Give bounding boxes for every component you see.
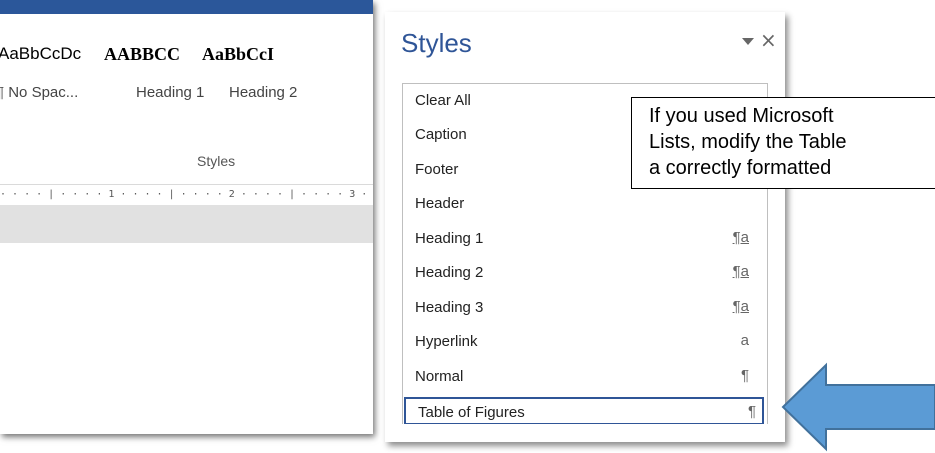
callout-text-line: Lists, modify the Table: [649, 131, 847, 153]
style-item-label: Footer: [415, 161, 459, 178]
style-item-header[interactable]: Header: [403, 190, 755, 218]
chevron-down-icon[interactable]: [742, 38, 754, 45]
ruler: · · · · | · · · · 1 · · · · | · · · · 2 …: [0, 184, 373, 205]
style-item-label: Header: [415, 195, 465, 212]
style-item-label: Clear All: [415, 92, 471, 109]
linked-style-icon: ¶a: [732, 229, 749, 246]
style-item-label: Table of Figures: [418, 404, 525, 421]
paragraph-style-icon: ¶: [747, 403, 756, 420]
character-style-icon: a: [740, 332, 749, 349]
style-item-heading-3[interactable]: Heading 3 ¶a: [403, 294, 755, 322]
style-item-normal[interactable]: Normal ¶: [403, 363, 755, 391]
style-item-label: Heading 1: [415, 230, 484, 247]
document-area[interactable]: [0, 243, 373, 434]
style-item-label: Heading 2: [415, 264, 484, 281]
linked-style-icon: ¶a: [732, 298, 749, 315]
style-item-label: Heading 3: [415, 299, 484, 316]
annotation-callout: If you used Microsoft Lists, modify the …: [631, 97, 935, 189]
styles-group-label: Styles: [197, 153, 236, 169]
callout-text-line: If you used Microsoft: [649, 105, 834, 127]
style-item-label: Caption: [415, 126, 467, 143]
style-preview-heading-2[interactable]: AaBbCcI: [202, 44, 274, 65]
style-name-heading-1[interactable]: Heading 1: [136, 84, 204, 101]
style-item-heading-1[interactable]: Heading 1 ¶a: [403, 225, 755, 253]
ribbon-group-row: [0, 150, 373, 182]
word-window-screenshot: AaBbCcDc AABBCC AaBbCcI ¶ No Spac... Hea…: [0, 0, 373, 434]
linked-style-icon: ¶a: [732, 263, 749, 280]
paragraph-style-icon: ¶: [740, 367, 749, 384]
title-bar: [0, 0, 373, 14]
style-name-no-spacing[interactable]: ¶ No Spac...: [0, 84, 78, 101]
styles-pane: Styles × Clear All Caption Footer Header…: [385, 12, 785, 442]
callout-text-line: a correctly formatted: [649, 157, 832, 179]
style-item-heading-2[interactable]: Heading 2 ¶a: [403, 259, 755, 287]
styles-gallery: AaBbCcDc AABBCC AaBbCcI ¶ No Spac... Hea…: [0, 14, 373, 110]
style-item-table-of-figures[interactable]: Table of Figures ¶: [404, 397, 764, 424]
pointer-arrow-icon: [781, 362, 935, 452]
style-preview-heading-1[interactable]: AABBCC: [104, 44, 180, 65]
style-item-label: Normal: [415, 368, 464, 385]
style-preview-no-spacing[interactable]: AaBbCcDc: [0, 44, 81, 64]
styles-pane-title: Styles: [401, 28, 472, 58]
style-name-heading-2[interactable]: Heading 2: [229, 84, 297, 101]
close-icon[interactable]: ×: [760, 30, 777, 50]
style-item-hyperlink[interactable]: Hyperlink a: [403, 328, 755, 356]
style-item-label: Hyperlink: [415, 333, 478, 350]
document-gray-bar: [0, 205, 373, 243]
